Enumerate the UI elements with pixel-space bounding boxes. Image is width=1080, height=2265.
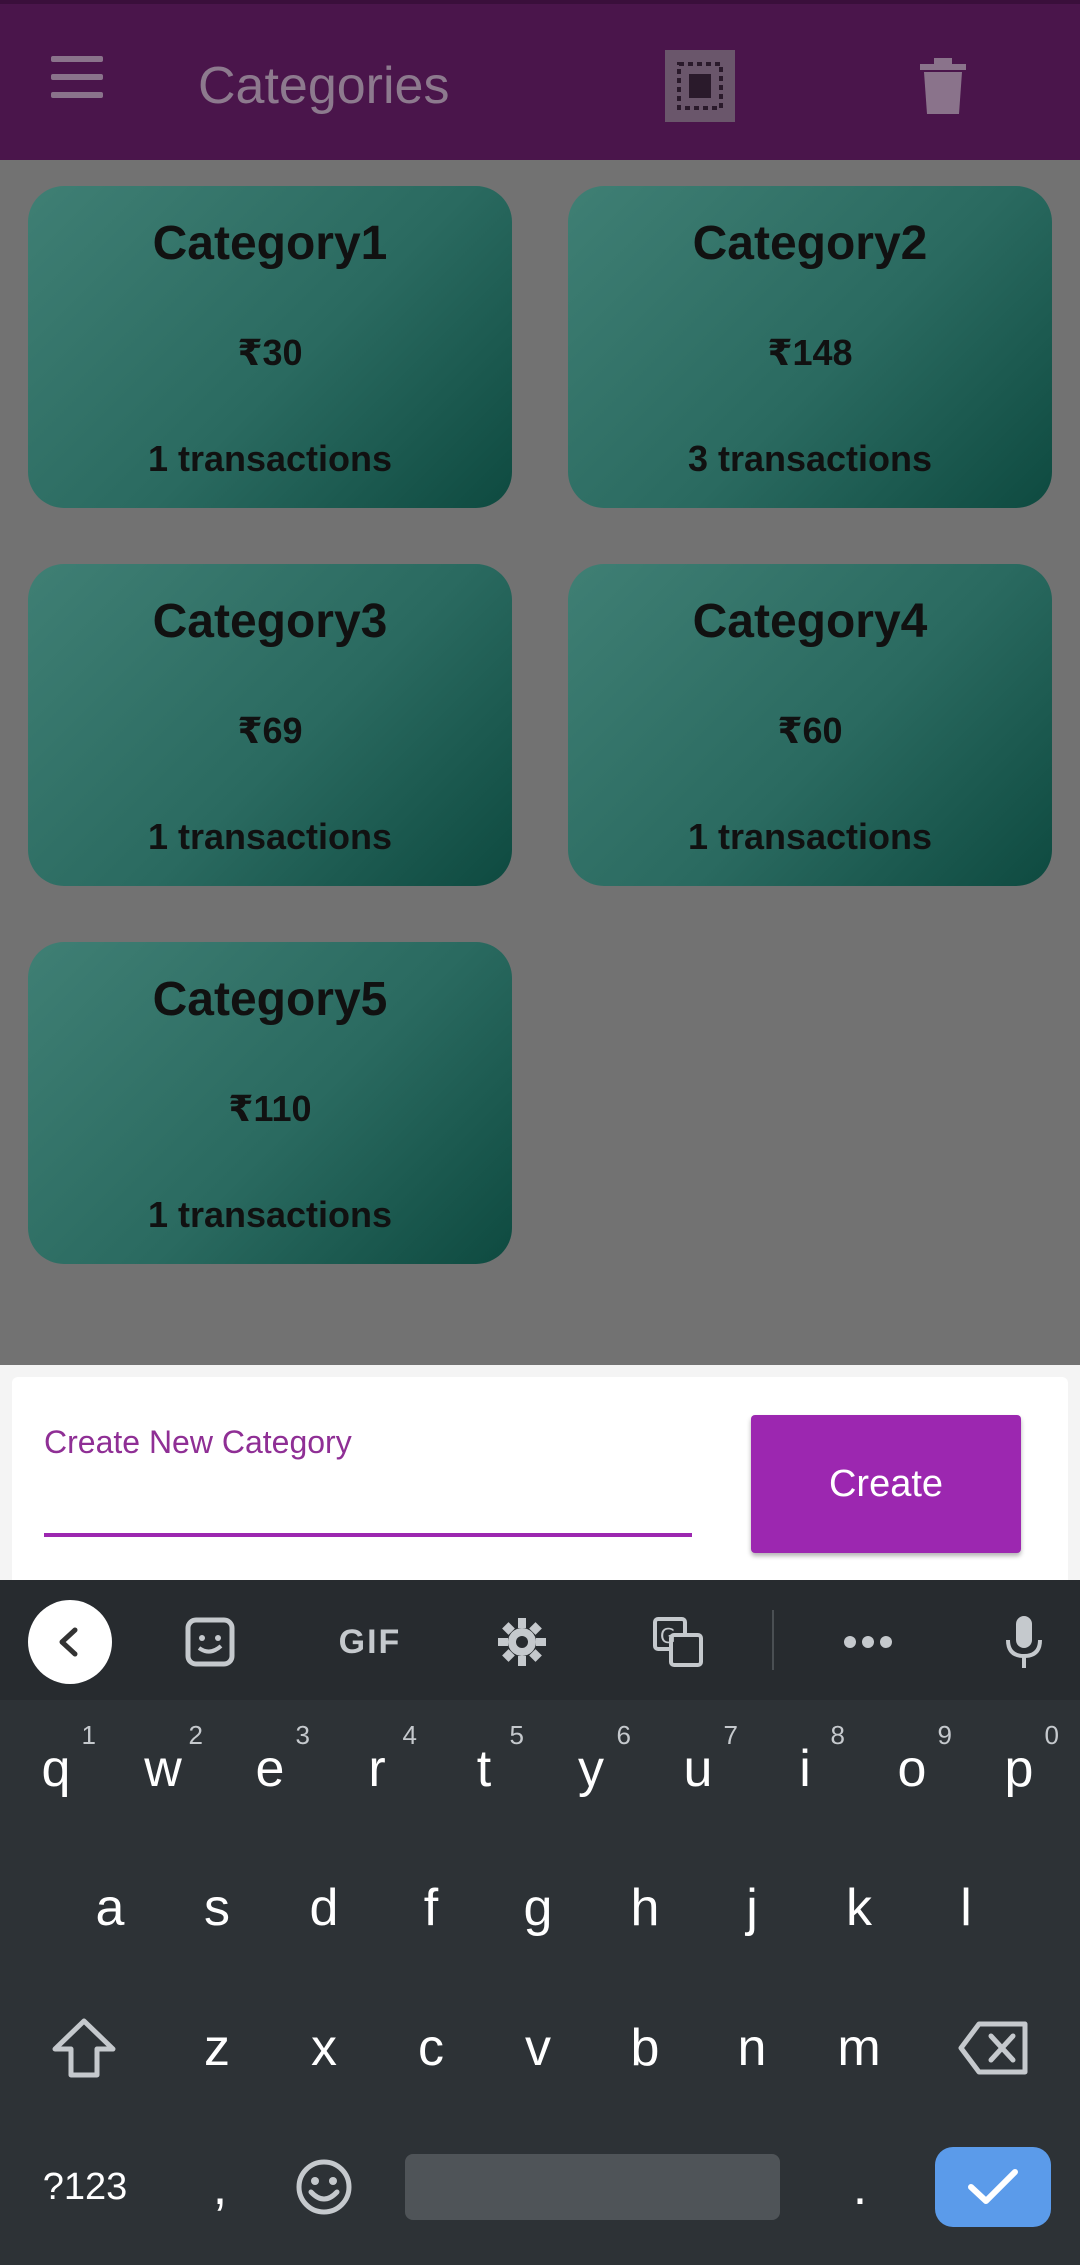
key-period[interactable]: . [810, 2132, 910, 2242]
key-n[interactable]: n [702, 1993, 802, 2103]
category-amount: ₹30 [237, 332, 303, 373]
on-screen-keyboard: GIF G q 1 w 2 e 3 r 4 t 5 y 6 u 7 i 8 o … [0, 1580, 1080, 2265]
key-u[interactable]: u7 [648, 1714, 748, 1824]
app-bar: Categories [0, 0, 1080, 160]
key-o[interactable]: o9 [862, 1714, 962, 1824]
key-j[interactable]: j [702, 1853, 802, 1963]
key-a[interactable]: a [60, 1853, 160, 1963]
key-v[interactable]: v [488, 1993, 588, 2103]
key-f[interactable]: f [381, 1853, 481, 1963]
translate-icon[interactable]: G [636, 1600, 720, 1684]
symbols-key[interactable]: ?123 [30, 2132, 140, 2242]
key-r[interactable]: r4 [327, 1714, 427, 1824]
category-name-input[interactable] [44, 1477, 692, 1537]
create-category-label: Create New Category [44, 1424, 352, 1460]
microphone-icon[interactable] [982, 1600, 1066, 1684]
backspace-icon[interactable] [943, 1993, 1043, 2103]
category-name: Category1 [152, 217, 388, 270]
gif-button[interactable]: GIF [320, 1600, 420, 1684]
create-category-panel: Create New Category Create [12, 1377, 1068, 1580]
category-amount: ₹110 [228, 1088, 312, 1129]
key-b[interactable]: b [595, 1993, 695, 2103]
create-category-sheet: Create New Category Create [0, 1365, 1080, 1580]
category-name: Category3 [152, 595, 388, 648]
key-y[interactable]: y6 [541, 1714, 641, 1824]
key-i[interactable]: i8 [755, 1714, 855, 1824]
key-z[interactable]: z [167, 1993, 267, 2103]
settings-gear-icon[interactable] [480, 1600, 564, 1684]
key-l[interactable]: l [916, 1853, 1016, 1963]
key-q[interactable]: q1 [6, 1714, 106, 1824]
category-name: Category2 [692, 217, 928, 270]
key-p[interactable]: p0 [969, 1714, 1069, 1824]
key-t[interactable]: t5 [434, 1714, 534, 1824]
category-name: Category5 [152, 973, 388, 1026]
category-transaction-count: 1 transactions [147, 816, 393, 857]
category-card[interactable]: Category5 ₹110 1 transactions [28, 942, 512, 1264]
category-card[interactable]: Category2 ₹148 3 transactions [568, 186, 1052, 508]
create-button[interactable]: Create [751, 1415, 1021, 1553]
sticker-icon[interactable] [168, 1600, 252, 1684]
category-amount: ₹148 [767, 332, 853, 373]
category-transaction-count: 1 transactions [147, 438, 393, 479]
keyboard-toolbar: GIF G [0, 1580, 1080, 1700]
select-all-icon[interactable] [665, 50, 735, 122]
more-options-icon[interactable] [826, 1600, 910, 1684]
category-amount: ₹69 [237, 710, 303, 751]
emoji-icon[interactable] [274, 2132, 374, 2242]
page-title: Categories [198, 57, 450, 115]
key-h[interactable]: h [595, 1853, 695, 1963]
space-bar[interactable] [405, 2154, 780, 2220]
key-m[interactable]: m [809, 1993, 909, 2103]
shift-key[interactable] [34, 1993, 134, 2103]
key-comma[interactable]: , [170, 2132, 270, 2242]
category-name: Category4 [692, 595, 928, 648]
key-c[interactable]: c [381, 1993, 481, 2103]
svg-text:G: G [660, 1624, 676, 1648]
category-card[interactable]: Category1 ₹30 1 transactions [28, 186, 512, 508]
collapse-toolbar-icon[interactable] [28, 1600, 112, 1684]
category-card[interactable]: Category4 ₹60 1 transactions [568, 564, 1052, 886]
key-s[interactable]: s [167, 1853, 267, 1963]
delete-icon[interactable] [918, 58, 968, 114]
menu-icon[interactable] [44, 56, 110, 112]
key-g[interactable]: g [488, 1853, 588, 1963]
category-amount: ₹60 [777, 710, 843, 751]
key-k[interactable]: k [809, 1853, 909, 1963]
category-transaction-count: 1 transactions [687, 816, 933, 857]
key-d[interactable]: d [274, 1853, 374, 1963]
category-transaction-count: 1 transactions [147, 1194, 393, 1235]
toolbar-divider [772, 1610, 774, 1670]
category-transaction-count: 3 transactions [687, 438, 933, 479]
key-e[interactable]: e3 [220, 1714, 320, 1824]
enter-check-icon[interactable] [935, 2147, 1051, 2227]
key-x[interactable]: x [274, 1993, 374, 2103]
category-card[interactable]: Category3 ₹69 1 transactions [28, 564, 512, 886]
key-w[interactable]: w2 [113, 1714, 213, 1824]
